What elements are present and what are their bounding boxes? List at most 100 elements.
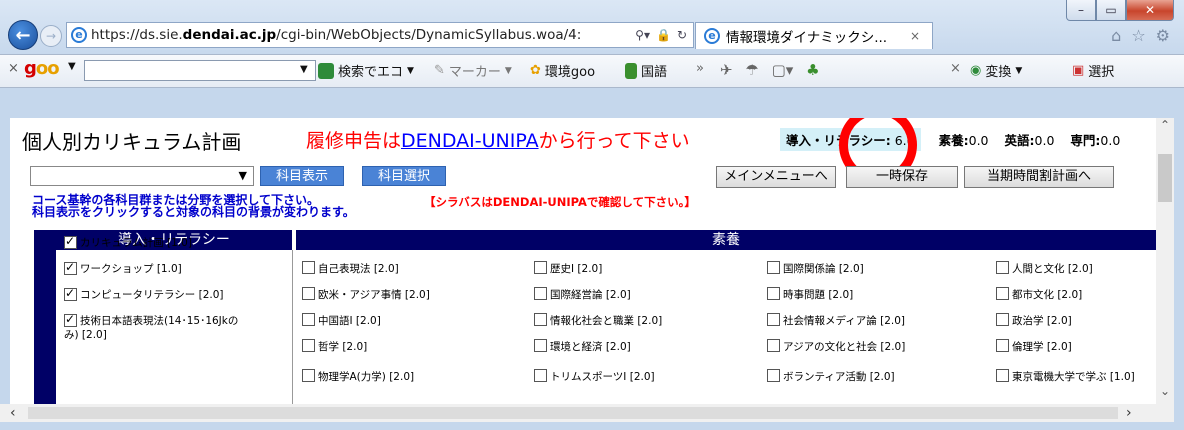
- course-label: 東京電機大学で学ぶ [1.0]: [1012, 371, 1135, 383]
- scroll-left-icon[interactable]: ‹: [10, 405, 16, 421]
- kyoyo-course-item[interactable]: 歴史Ⅰ [2.0]: [534, 261, 602, 276]
- convert-icon: ◉: [970, 63, 982, 78]
- address-url[interactable]: https://ds.sie.dendai.ac.jp/cgi-bin/WebO…: [91, 27, 635, 43]
- course-checkbox[interactable]: [534, 313, 547, 326]
- forward-arrow-icon[interactable]: →: [40, 25, 62, 47]
- course-checkbox[interactable]: [996, 369, 1009, 382]
- kyoyo-course-item[interactable]: 環境と経済 [2.0]: [534, 339, 631, 354]
- term-timetable-button[interactable]: 当期時間割計画へ: [964, 166, 1114, 188]
- course-checkbox[interactable]: [996, 313, 1009, 326]
- course-checkbox[interactable]: [302, 369, 315, 382]
- kyoyo-course-item[interactable]: 倫理学 [2.0]: [996, 339, 1072, 354]
- course-checkbox[interactable]: [996, 339, 1009, 352]
- intro-course-item[interactable]: カリキュラム計画 [1.0]: [64, 234, 192, 250]
- goo-logo-dropdown-icon[interactable]: ▼: [68, 61, 76, 72]
- env-goo-button[interactable]: ✿ 環境goo: [530, 61, 595, 80]
- header-kyoyo: 素養: [296, 230, 1156, 250]
- course-checkbox[interactable]: [767, 339, 780, 352]
- scroll-down-icon[interactable]: ⌄: [1156, 384, 1174, 402]
- scroll-up-icon[interactable]: ⌃: [1156, 118, 1174, 136]
- intro-course-item[interactable]: ワークショップ [1.0]: [64, 260, 182, 276]
- henkan-button[interactable]: ◉ 変換 ▼: [970, 61, 1022, 80]
- search-eco-button[interactable]: 検索でエコ ▼: [318, 61, 414, 80]
- marker-button[interactable]: ✎ マーカー ▼: [434, 61, 512, 80]
- sentaku-button[interactable]: ▣ 選択: [1072, 61, 1114, 80]
- kyoyo-course-item[interactable]: 人間と文化 [2.0]: [996, 261, 1093, 276]
- kyoyo-course-item[interactable]: 国際経営論 [2.0]: [534, 287, 631, 302]
- kyoyo-course-item[interactable]: 情報化社会と職業 [2.0]: [534, 313, 662, 328]
- course-checkbox[interactable]: [64, 286, 77, 301]
- kamoku-sentaku-button[interactable]: 科目選択: [362, 166, 446, 186]
- course-checkbox[interactable]: [996, 287, 1009, 300]
- course-checkbox[interactable]: [302, 339, 315, 352]
- home-icon[interactable]: ⌂: [1111, 26, 1121, 45]
- vertical-scrollbar[interactable]: ⌃ ⌄: [1156, 118, 1174, 404]
- course-checkbox[interactable]: [534, 287, 547, 300]
- temp-save-button[interactable]: 一時保存: [846, 166, 958, 188]
- favorites-star-icon[interactable]: ☆: [1131, 26, 1145, 45]
- kyoyo-course-item[interactable]: 都市文化 [2.0]: [996, 287, 1082, 302]
- back-arrow-icon[interactable]: ←: [8, 20, 38, 50]
- goo-logo[interactable]: goo: [24, 58, 60, 79]
- address-bar[interactable]: e https://ds.sie.dendai.ac.jp/cgi-bin/We…: [66, 22, 694, 48]
- kyoyo-course-item[interactable]: 哲学 [2.0]: [302, 339, 367, 354]
- course-checkbox[interactable]: [534, 261, 547, 274]
- course-checkbox[interactable]: [767, 287, 780, 300]
- scroll-right-icon[interactable]: ›: [1126, 405, 1132, 421]
- kyoyo-course-item[interactable]: 政治学 [2.0]: [996, 313, 1072, 328]
- course-group-select[interactable]: ▼: [30, 166, 254, 186]
- goo-search-input[interactable]: [84, 60, 316, 81]
- kyoyo-course-item[interactable]: 中国語Ⅰ [2.0]: [302, 313, 381, 328]
- kokugo-button[interactable]: 国語: [625, 61, 667, 80]
- kyoyo-course-item[interactable]: アジアの文化と社会 [2.0]: [767, 339, 905, 354]
- course-checkbox[interactable]: [534, 369, 547, 382]
- toolbar-more-icon[interactable]: »: [696, 61, 704, 76]
- chevron-down-icon: ▼: [238, 169, 247, 182]
- search-icon[interactable]: ⚲▾: [635, 28, 650, 42]
- dendai-unipa-link[interactable]: DENDAI-UNIPA: [401, 130, 539, 152]
- kyoyo-course-item[interactable]: 東京電機大学で学ぶ [1.0]: [996, 369, 1135, 384]
- search-dropdown-icon[interactable]: ▼: [300, 64, 308, 75]
- toolbar-extra-icons[interactable]: ✈ ☂ ▢▾ ♣: [720, 61, 820, 79]
- horizontal-scrollbar[interactable]: ‹ ›: [0, 404, 1174, 422]
- tab-close-icon[interactable]: ×: [910, 29, 932, 43]
- kyoyo-course-item[interactable]: トリムスポーツⅠ [2.0]: [534, 369, 655, 384]
- toolbar-close-icon[interactable]: ×: [8, 61, 19, 76]
- course-checkbox[interactable]: [534, 339, 547, 352]
- intro-course-item[interactable]: 技術日本語表現法(14･15･16Jkのみ) [2.0]: [64, 312, 238, 342]
- refresh-icon[interactable]: ↻: [677, 28, 687, 42]
- course-checkbox[interactable]: [996, 261, 1009, 274]
- course-checkbox[interactable]: [64, 312, 77, 327]
- kyoyo-course-item[interactable]: ボランティア活動 [2.0]: [767, 369, 895, 384]
- lock-icon[interactable]: 🔒: [656, 28, 671, 42]
- settings-gear-icon[interactable]: ⚙: [1156, 26, 1170, 45]
- course-checkbox[interactable]: [64, 260, 77, 275]
- browser-window: – ▭ ✕ ← → e https://ds.sie.dendai.ac.jp/…: [0, 0, 1184, 430]
- toolbar2-close-icon[interactable]: ×: [950, 61, 961, 76]
- horizontal-scroll-thumb[interactable]: [28, 407, 1118, 419]
- course-checkbox[interactable]: [767, 261, 780, 274]
- kyoyo-course-item[interactable]: 自己表現法 [2.0]: [302, 261, 399, 276]
- course-checkbox[interactable]: [302, 261, 315, 274]
- kyoyo-course-item[interactable]: 時事問題 [2.0]: [767, 287, 853, 302]
- kamoku-hyoji-button[interactable]: 科目表示: [260, 166, 344, 186]
- course-checkbox[interactable]: [767, 313, 780, 326]
- kyoyo-course-item[interactable]: 国際関係論 [2.0]: [767, 261, 864, 276]
- marker-pen-icon: ✎: [434, 63, 445, 78]
- kyoyo-course-item[interactable]: 社会情報メディア論 [2.0]: [767, 313, 905, 328]
- main-menu-button[interactable]: メインメニューへ: [716, 166, 836, 188]
- browser-tab[interactable]: e 情報環境ダイナミックシ... ×: [695, 22, 933, 49]
- course-checkbox[interactable]: [64, 234, 77, 249]
- goo-toolbar: × goo ▼ ▼ 検索でエコ ▼ ✎ マーカー ▼ ✿ 環境goo 国語 » ✈ ☂ …: [0, 54, 1184, 88]
- course-label: 時事問題 [2.0]: [783, 289, 854, 301]
- kyoyo-course-item[interactable]: 欧米・アジア事情 [2.0]: [302, 287, 430, 302]
- course-label: コンピュータリテラシー [2.0]: [80, 289, 224, 301]
- course-label: 倫理学 [2.0]: [1012, 341, 1072, 353]
- course-label: 欧米・アジア事情 [2.0]: [318, 289, 430, 301]
- intro-course-item[interactable]: コンピュータリテラシー [2.0]: [64, 286, 224, 302]
- kyoyo-course-item[interactable]: 物理学A(力学) [2.0]: [302, 369, 414, 384]
- course-checkbox[interactable]: [302, 287, 315, 300]
- course-checkbox[interactable]: [302, 313, 315, 326]
- course-checkbox[interactable]: [767, 369, 780, 382]
- vertical-scroll-thumb[interactable]: [1158, 154, 1172, 202]
